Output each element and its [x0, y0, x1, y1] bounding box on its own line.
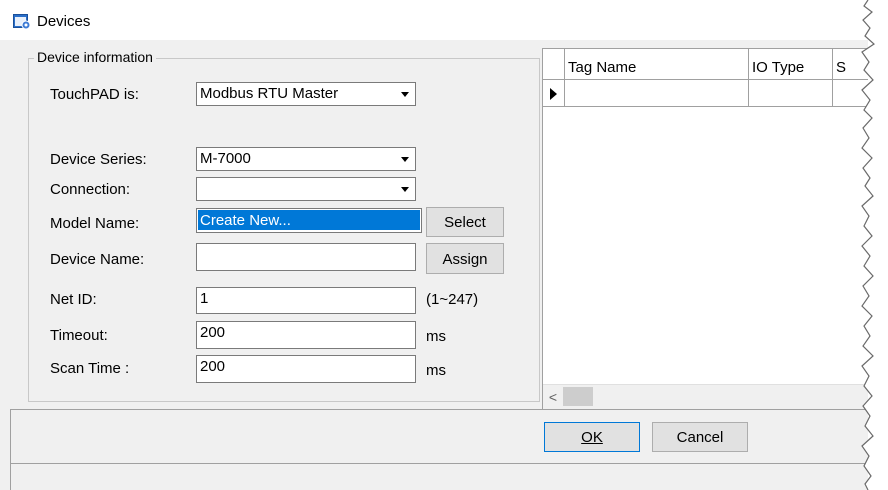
column-header-tag-name[interactable]: Tag Name [565, 49, 749, 80]
chevron-down-icon[interactable] [397, 149, 414, 169]
model-name-value: Create New... [200, 212, 291, 229]
scan-time-value: 200 [200, 358, 226, 375]
column-header-io-type[interactable]: IO Type [749, 49, 833, 80]
timeout-unit: ms [426, 328, 446, 345]
divider [10, 409, 868, 410]
row-header-corner [543, 49, 565, 80]
cancel-label: Cancel [676, 429, 724, 446]
device-series-dropdown[interactable]: M-7000 [196, 147, 416, 171]
net-id-input[interactable]: 1 [196, 287, 416, 314]
ok-label: OK [581, 429, 603, 446]
current-row-arrow-icon [550, 88, 557, 100]
touchpad-dropdown[interactable]: Modbus RTU Master [196, 82, 416, 106]
device-series-value: M-7000 [200, 150, 251, 167]
scan-time-label: Scan Time : [50, 360, 130, 377]
chevron-down-icon[interactable] [397, 84, 414, 104]
net-id-value: 1 [200, 290, 209, 307]
torn-edge [861, 0, 888, 490]
cell-io-type[interactable] [749, 80, 833, 107]
connection-label: Connection: [50, 181, 131, 198]
model-name-field[interactable]: Create New... [196, 208, 422, 233]
window-title: Devices [37, 13, 91, 30]
ok-button[interactable]: OK [544, 422, 640, 452]
assign-button[interactable]: Assign [426, 243, 504, 274]
scrollbar-thumb[interactable] [563, 387, 593, 406]
horizontal-scrollbar[interactable]: < [543, 384, 868, 409]
net-id-range: (1~247) [426, 291, 479, 308]
device-name-input[interactable] [196, 243, 416, 271]
connection-dropdown[interactable] [196, 177, 416, 201]
model-name-label: Model Name: [50, 215, 140, 232]
timeout-input[interactable]: 200 [196, 321, 416, 349]
device-name-label: Device Name: [50, 251, 145, 268]
tag-grid[interactable]: Tag Name IO Type S [542, 48, 868, 410]
touchpad-label: TouchPAD is: [50, 86, 139, 103]
chevron-down-icon[interactable] [397, 179, 414, 199]
scan-time-input[interactable]: 200 [196, 355, 416, 383]
devices-app-icon [13, 14, 31, 30]
title-bar: Devices [0, 0, 868, 40]
scroll-left-button[interactable]: < [545, 388, 561, 406]
scan-time-unit: ms [426, 362, 446, 379]
select-button[interactable]: Select [426, 207, 504, 237]
cancel-button[interactable]: Cancel [652, 422, 748, 452]
row-indicator[interactable] [543, 80, 565, 107]
divider [10, 409, 11, 490]
device-series-label: Device Series: [50, 151, 147, 168]
devices-window: Devices Device information TouchPAD is: … [0, 0, 868, 490]
timeout-label: Timeout: [50, 327, 108, 344]
touchpad-value: Modbus RTU Master [200, 85, 339, 102]
divider [10, 463, 868, 464]
timeout-value: 200 [200, 324, 226, 341]
cell-tag-name[interactable] [565, 80, 749, 107]
group-title: Device information [34, 49, 156, 66]
net-id-label: Net ID: [50, 291, 97, 308]
